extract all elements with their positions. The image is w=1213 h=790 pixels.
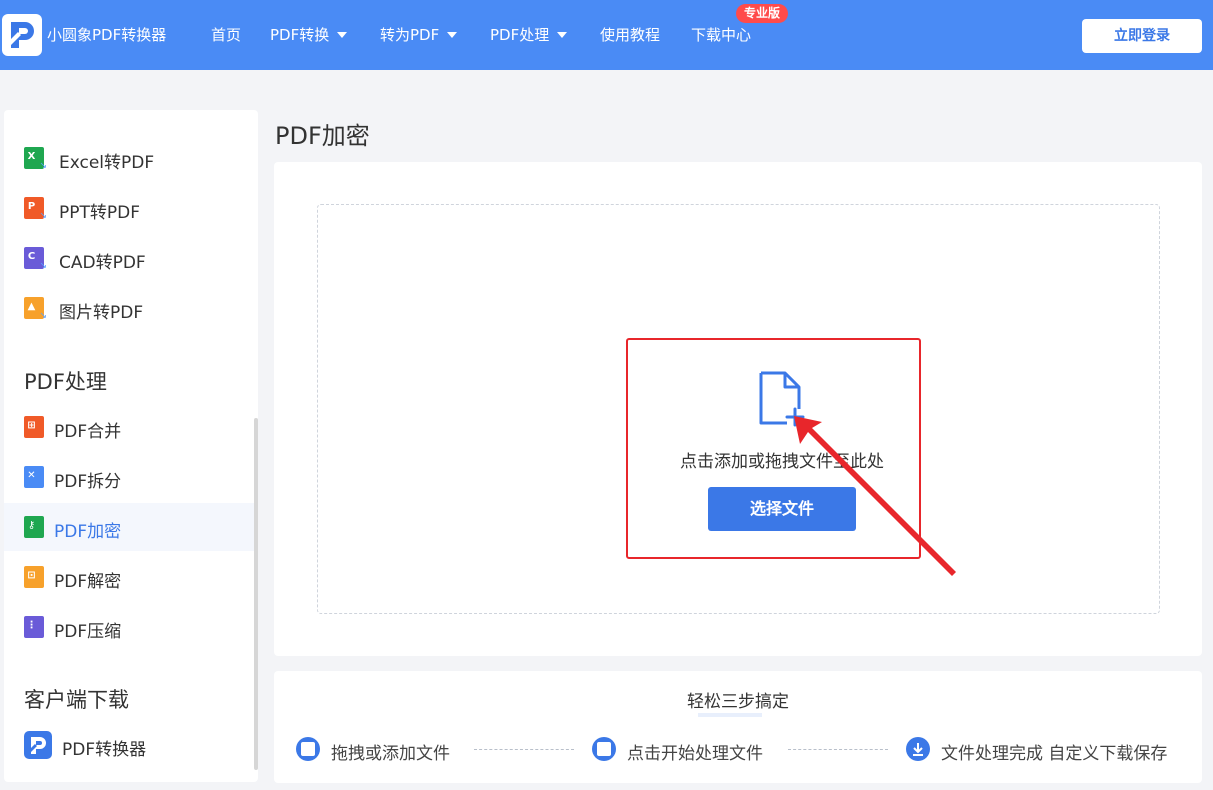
encrypt-icon: ⚷ — [24, 516, 44, 538]
chevron-down-icon — [557, 32, 568, 38]
file-step-icon — [296, 737, 320, 761]
page-title: PDF加密 — [275, 122, 370, 150]
sidebar-item-ppt-to-pdf[interactable]: P ↘ PPT转PDF — [4, 184, 254, 232]
ppt-icon: P ↘ — [24, 197, 47, 221]
select-file-button[interactable]: 选择文件 — [708, 487, 856, 531]
sidebar-item-pdf-decrypt[interactable]: ⊡ PDF解密 — [4, 553, 254, 601]
add-file-icon[interactable] — [757, 371, 805, 427]
nav-home[interactable]: 首页 — [211, 24, 241, 45]
image-icon: ▲ ↘ — [24, 297, 47, 321]
nav-pdf-convert[interactable]: PDF转换 — [270, 24, 348, 45]
steps-card: 轻松三步搞定 拖拽或添加文件 点击开始处理文件 文件处理完成 自定义下载保存 — [274, 671, 1202, 783]
sidebar-item-pdf-compress[interactable]: ⋮ PDF压缩 — [4, 603, 254, 651]
merge-icon: ⊞ — [24, 416, 44, 438]
drop-hint-text: 点击添加或拖拽文件至此处 — [680, 452, 884, 472]
decrypt-icon: ⊡ — [24, 566, 44, 588]
upload-card: 点击添加或拖拽文件至此处 选择文件 — [274, 162, 1202, 656]
sidebar-item-pdf-encrypt[interactable]: ⚷ PDF加密 — [4, 503, 254, 551]
login-button[interactable]: 立即登录 — [1082, 19, 1202, 53]
title-underline — [698, 713, 762, 717]
split-icon: ✕ — [24, 466, 44, 488]
sidebar-item-image-to-pdf[interactable]: ▲ ↘ 图片转PDF — [4, 284, 254, 332]
pro-badge: 专业版 — [736, 4, 789, 23]
section-heading-client-download: 客户端下载 — [24, 688, 129, 712]
process-step-icon — [592, 737, 616, 761]
nav-pdf-process[interactable]: PDF处理 — [490, 24, 568, 45]
step-connector — [474, 749, 574, 750]
section-heading-pdf-process: PDF处理 — [24, 370, 107, 394]
sidebar-item-excel-to-pdf[interactable]: X ↘ Excel转PDF — [4, 134, 254, 182]
app-logo-icon — [24, 731, 52, 759]
nav-to-pdf[interactable]: 转为PDF — [380, 24, 458, 45]
nav-download-center[interactable]: 下载中心 — [691, 24, 751, 45]
sidebar-item-pdf-converter-app[interactable]: PDF转换器 — [4, 721, 254, 769]
chevron-down-icon — [447, 32, 458, 38]
cad-icon: C ↘ — [24, 247, 47, 271]
app-logo-icon[interactable] — [2, 14, 42, 56]
top-navbar: 小圆象PDF转换器 首页 PDF转换 转为PDF PDF处理 使用教程 下载中心… — [0, 0, 1213, 70]
sidebar-item-cad-to-pdf[interactable]: C ↘ CAD转PDF — [4, 234, 254, 282]
download-step-icon — [906, 737, 930, 761]
sidebar-scrollbar[interactable] — [254, 418, 258, 770]
compress-icon: ⋮ — [24, 616, 44, 638]
nav-tutorial[interactable]: 使用教程 — [600, 24, 660, 45]
excel-icon: X ↘ — [24, 147, 47, 171]
sidebar: X ↘ Excel转PDF P ↘ PPT转PDF C ↘ CAD转PDF ▲ ↘ 图片… — [4, 110, 258, 782]
chevron-down-icon — [337, 32, 348, 38]
file-dropzone[interactable]: 点击添加或拖拽文件至此处 选择文件 — [317, 204, 1160, 614]
sidebar-item-pdf-split[interactable]: ✕ PDF拆分 — [4, 453, 254, 501]
brand-name[interactable]: 小圆象PDF转换器 — [47, 24, 166, 45]
step-connector — [788, 749, 888, 750]
steps-title: 轻松三步搞定 — [687, 692, 789, 712]
sidebar-item-pdf-merge[interactable]: ⊞ PDF合并 — [4, 403, 254, 451]
